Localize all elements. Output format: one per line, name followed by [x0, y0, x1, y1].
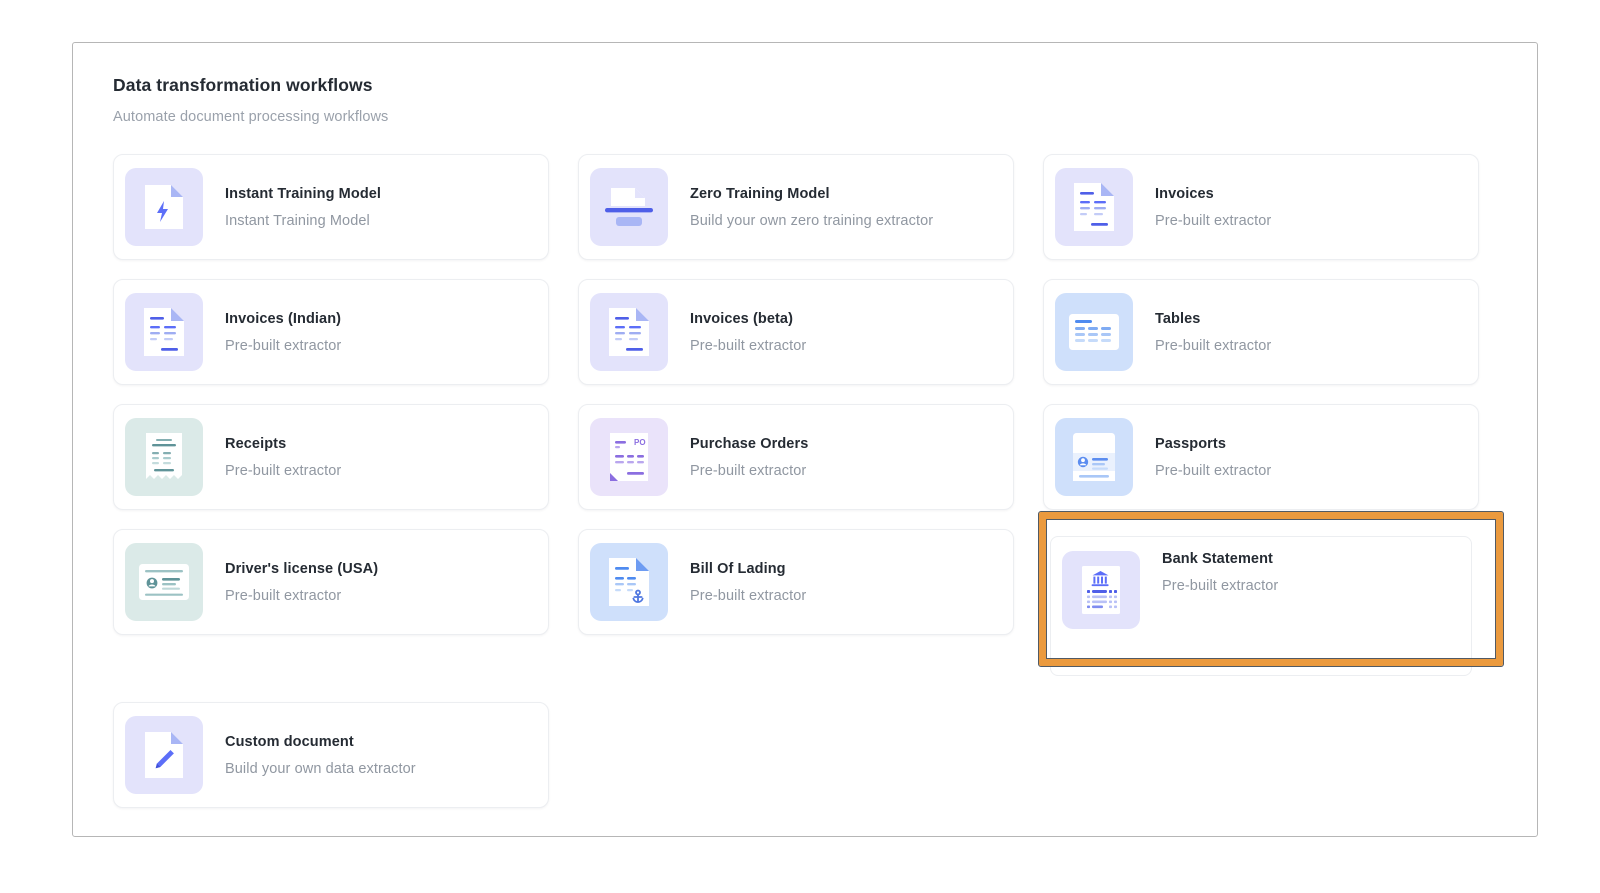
- workflow-card-subtitle: Pre-built extractor: [690, 337, 807, 354]
- workflow-card-text: Receipts Pre-built extractor: [203, 436, 341, 479]
- workflow-card-subtitle: Pre-built extractor: [1155, 462, 1272, 479]
- id-card-icon: [125, 543, 203, 621]
- workflow-card-title: Custom document: [225, 733, 354, 750]
- workflow-card-slot: Invoices (Indian) Pre-built extractor: [113, 279, 549, 385]
- workflow-card-slot: Instant Training Model Instant Training M…: [113, 154, 549, 260]
- workflow-card-subtitle: Pre-built extractor: [225, 587, 342, 604]
- workflow-card-title: Purchase Orders: [690, 435, 809, 452]
- purchase-order-icon: PO: [590, 418, 668, 496]
- workflow-card-title: Instant Training Model: [225, 185, 382, 202]
- workflow-card-text: Bill Of Lading Pre-built extractor: [668, 561, 806, 604]
- workflow-card-text: Instant Training Model Instant Training M…: [203, 186, 381, 229]
- workflow-card-grid: Instant Training Model Instant Training M…: [73, 125, 1537, 808]
- workflow-card-subtitle: Pre-built extractor: [225, 337, 342, 354]
- invoice-document-icon: [590, 293, 668, 371]
- workflow-card-title: Zero Training Model: [690, 185, 830, 202]
- workflow-card-subtitle: Build your own zero training extractor: [690, 212, 934, 229]
- workflow-card-title: Invoices (beta): [690, 310, 794, 327]
- workflow-card-slot: Zero Training Model Build your own zero t…: [578, 154, 1014, 260]
- document-anchor-icon: [590, 543, 668, 621]
- workflow-card-slot: Passports Pre-built extractor: [1043, 404, 1479, 510]
- workflow-card-subtitle: Pre-built extractor: [1155, 212, 1272, 229]
- panel-header: Data transformation workflows Automate d…: [73, 43, 1537, 125]
- workflow-card-text: Tables Pre-built extractor: [1133, 311, 1271, 354]
- table-grid-icon: [1055, 293, 1133, 371]
- invoice-document-icon: [125, 293, 203, 371]
- workflow-card-text: Purchase Orders Pre-built extractor: [668, 436, 808, 479]
- workflow-card-subtitle: Pre-built extractor: [225, 462, 342, 479]
- workflow-card[interactable]: Passports Pre-built extractor: [1043, 404, 1479, 510]
- workflow-card-text: Invoices Pre-built extractor: [1133, 186, 1271, 229]
- workflow-card-subtitle: Pre-built extractor: [1162, 578, 1279, 594]
- workflow-card-text: Zero Training Model Build your own zero t…: [668, 186, 933, 229]
- workflow-card[interactable]: Invoices (beta) Pre-built extractor: [578, 279, 1014, 385]
- svg-text:PO: PO: [634, 438, 646, 447]
- workflow-card-slot: Driver's license (USA) Pre-built extracto…: [113, 529, 549, 683]
- workflow-card[interactable]: Custom document Build your own data extra…: [113, 702, 549, 808]
- workflow-card-title: Receipts: [225, 435, 287, 452]
- workflow-card-title: Bill Of Lading: [690, 560, 786, 577]
- workflow-card-slot: Invoices (beta) Pre-built extractor: [578, 279, 1014, 385]
- workflow-card[interactable]: Invoices (Indian) Pre-built extractor: [113, 279, 549, 385]
- workflows-panel: Data transformation workflows Automate d…: [72, 42, 1538, 837]
- invoice-document-icon: [1055, 168, 1133, 246]
- workflow-card[interactable]: Bill Of Lading Pre-built extractor: [578, 529, 1014, 635]
- workflow-card[interactable]: Bank Statement Pre-built extractor: [1050, 536, 1472, 676]
- workflow-card-slot: Custom document Build your own data extra…: [113, 702, 549, 808]
- workflow-card[interactable]: Driver's license (USA) Pre-built extracto…: [113, 529, 549, 635]
- workflow-card-slot: PO Purchase Orders Pre-built extractor: [578, 404, 1014, 510]
- workflow-card-slot: Invoices Pre-built extractor: [1043, 154, 1479, 260]
- workflow-card-slot: Tables Pre-built extractor: [1043, 279, 1479, 385]
- workflow-card-title: Invoices (Indian): [225, 310, 342, 327]
- workflow-card[interactable]: Instant Training Model Instant Training M…: [113, 154, 549, 260]
- workflow-card[interactable]: Tables Pre-built extractor: [1043, 279, 1479, 385]
- workflow-card[interactable]: PO Purchase Orders Pre-built extractor: [578, 404, 1014, 510]
- document-pencil-icon: [125, 716, 203, 794]
- workflow-card-title: Passports: [1155, 435, 1227, 452]
- workflow-card-text: Custom document Build your own data extra…: [203, 734, 416, 777]
- document-scanner-icon: [590, 168, 668, 246]
- workflow-card-text: Bank Statement Pre-built extractor: [1140, 551, 1278, 594]
- workflow-card-text: Invoices (beta) Pre-built extractor: [668, 311, 806, 354]
- document-bolt-icon: [125, 168, 203, 246]
- workflow-card-title: Tables: [1155, 310, 1201, 327]
- page-title: Data transformation workflows: [113, 75, 373, 95]
- workflow-card[interactable]: Receipts Pre-built extractor: [113, 404, 549, 510]
- workflow-card-subtitle: Pre-built extractor: [690, 587, 807, 604]
- bank-statement-icon: [1062, 551, 1140, 629]
- workflow-card-text: Invoices (Indian) Pre-built extractor: [203, 311, 341, 354]
- workflow-card-slot: Bill Of Lading Pre-built extractor: [578, 529, 1014, 683]
- workflow-card-subtitle: Pre-built extractor: [690, 462, 807, 479]
- workflow-card-slot: Bank Statement Pre-built extractor: [1038, 511, 1504, 683]
- workflow-card-subtitle: Pre-built extractor: [1155, 337, 1272, 354]
- workflow-card[interactable]: Invoices Pre-built extractor: [1043, 154, 1479, 260]
- passport-icon: [1055, 418, 1133, 496]
- page-subtitle: Automate document processing workflows: [113, 109, 389, 125]
- workflow-card-title: Driver's license (USA): [225, 560, 379, 577]
- workflow-card-title: Invoices: [1155, 185, 1214, 202]
- receipt-icon: [125, 418, 203, 496]
- workflow-card-subtitle: Build your own data extractor: [225, 760, 416, 777]
- workflow-card-text: Passports Pre-built extractor: [1133, 436, 1271, 479]
- workflow-card-text: Driver's license (USA) Pre-built extracto…: [203, 561, 378, 604]
- workflow-card[interactable]: Zero Training Model Build your own zero t…: [578, 154, 1014, 260]
- workflow-card-slot: Receipts Pre-built extractor: [113, 404, 549, 510]
- workflow-card-subtitle: Instant Training Model: [225, 212, 370, 229]
- workflow-card-title: Bank Statement: [1162, 551, 1273, 567]
